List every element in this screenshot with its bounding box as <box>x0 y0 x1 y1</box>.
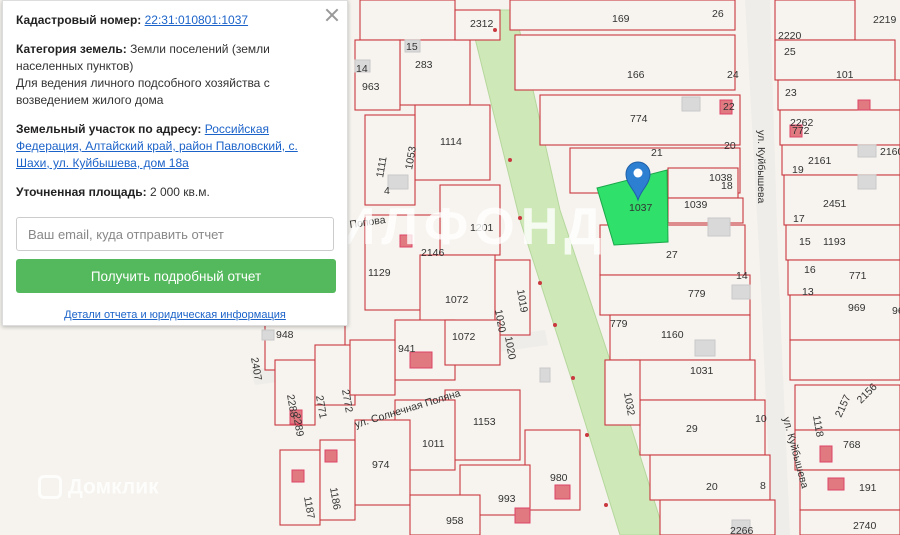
plot-number-label: 166 <box>627 69 645 81</box>
category-row: Категория земель: Земли поселений (земли… <box>16 41 334 109</box>
plot-number-label: 1193 <box>823 236 846 248</box>
plot-number-label: 779 <box>610 318 628 330</box>
plot-number-label: 2161 <box>808 155 832 167</box>
plot-number-label: 1011 <box>422 438 445 450</box>
plot-number-label: 1072 <box>452 331 476 343</box>
plot-number-label: 29 <box>686 423 698 435</box>
plot-number-label: 15 <box>406 41 418 53</box>
plot-number-label: 20 <box>706 481 718 493</box>
area-value: 2 000 кв.м. <box>149 185 210 199</box>
address-row: Земельный участок по адресу: Российская … <box>16 121 334 172</box>
address-label: Земельный участок по адресу: <box>16 122 202 136</box>
plot-number-label: 1129 <box>368 267 391 279</box>
area-row: Уточненная площадь: 2 000 кв.м. <box>16 184 334 201</box>
plot-number-label: 969 <box>848 302 866 314</box>
plot-number-label: 169 <box>612 13 630 25</box>
plot-number-label: 768 <box>843 439 861 451</box>
plot-number-label: 15 <box>799 236 811 248</box>
plot-info-panel: Кадастровый номер: 22:31:010801:1037 Кат… <box>2 0 348 326</box>
plot-number-label: 101 <box>836 69 854 81</box>
plot-number-label: 10 <box>755 413 767 425</box>
plot-number-label: 2740 <box>853 520 877 532</box>
cad-number-link[interactable]: 22:31:010801:1037 <box>145 13 248 27</box>
plot-number-label: 2160 <box>880 146 900 158</box>
plot-number-label: 20 <box>724 140 736 152</box>
plot-number-label: 941 <box>398 343 416 355</box>
plot-number-label: 2220 <box>778 30 802 42</box>
plot-number-label: 191 <box>859 482 877 494</box>
plot-number-label: 969 <box>892 305 900 317</box>
plot-number-label: 14 <box>356 63 368 75</box>
cadastral-row: Кадастровый номер: 22:31:010801:1037 <box>16 12 334 29</box>
plot-number-label: 2266 <box>730 525 754 535</box>
plot-number-label: 779 <box>688 288 706 300</box>
plot-number-label: 21 <box>651 147 663 159</box>
plot-number-label: 18 <box>721 180 733 192</box>
plot-number-label: 8 <box>760 480 766 492</box>
domclick-logo: Домклик <box>38 475 159 500</box>
plot-number-label: 948 <box>276 329 294 341</box>
plot-number-label: 2312 <box>470 18 494 30</box>
plot-number-label: 993 <box>498 493 516 505</box>
plot-number-label: 16 <box>804 264 816 276</box>
cad-label: Кадастровый номер: <box>16 13 142 27</box>
plot-number-label: 974 <box>372 459 390 471</box>
plot-number-label: 17 <box>793 213 805 225</box>
plot-number-label: 14 <box>736 270 748 282</box>
selected-plot-label: 1037 <box>629 202 653 214</box>
details-link[interactable]: Детали отчета и юридическая информация <box>64 309 286 321</box>
plot-number-label: 774 <box>630 113 648 125</box>
plot-number-label: 1072 <box>445 294 469 306</box>
plot-number-label: 27 <box>666 249 678 261</box>
plot-number-label: 1039 <box>684 199 708 211</box>
category-label: Категория земель: <box>16 42 127 56</box>
plot-number-label: 19 <box>792 164 804 176</box>
plot-number-label: 2219 <box>873 14 897 26</box>
plot-number-label: 771 <box>849 270 867 282</box>
plot-number-label: 1114 <box>440 136 462 148</box>
email-input[interactable] <box>16 217 334 251</box>
plot-number-label: 22 <box>723 101 735 113</box>
area-label: Уточненная площадь: <box>16 185 147 199</box>
plot-number-label: 1031 <box>690 365 714 377</box>
plot-number-label: 958 <box>446 515 464 527</box>
plot-number-label: 2451 <box>823 198 847 210</box>
plot-number-label: 24 <box>727 69 739 81</box>
get-report-button[interactable]: Получить подробный отчет <box>16 259 336 293</box>
plot-number-label: 26 <box>712 8 724 20</box>
plot-number-label: 25 <box>784 46 796 58</box>
close-icon[interactable] <box>324 7 340 23</box>
plot-number-label: 963 <box>362 81 380 93</box>
street-label-kuibysheva-1: ул. Куйбышева <box>755 130 767 203</box>
plot-number-label: 23 <box>785 87 797 99</box>
land-use-value: Для ведения личного подсобного хозяйства… <box>16 76 270 107</box>
plot-number-label: 1160 <box>661 329 684 341</box>
plot-number-label: 283 <box>415 59 433 71</box>
domclick-brand-text: Домклик <box>67 475 159 499</box>
plot-number-label: 980 <box>550 472 568 484</box>
plot-number-label: 1153 <box>473 416 496 428</box>
plot-number-label: 772 <box>792 125 810 137</box>
domclick-logo-icon <box>38 475 62 500</box>
plot-number-label: 13 <box>802 286 814 298</box>
plot-number-label: 4 <box>384 185 390 197</box>
